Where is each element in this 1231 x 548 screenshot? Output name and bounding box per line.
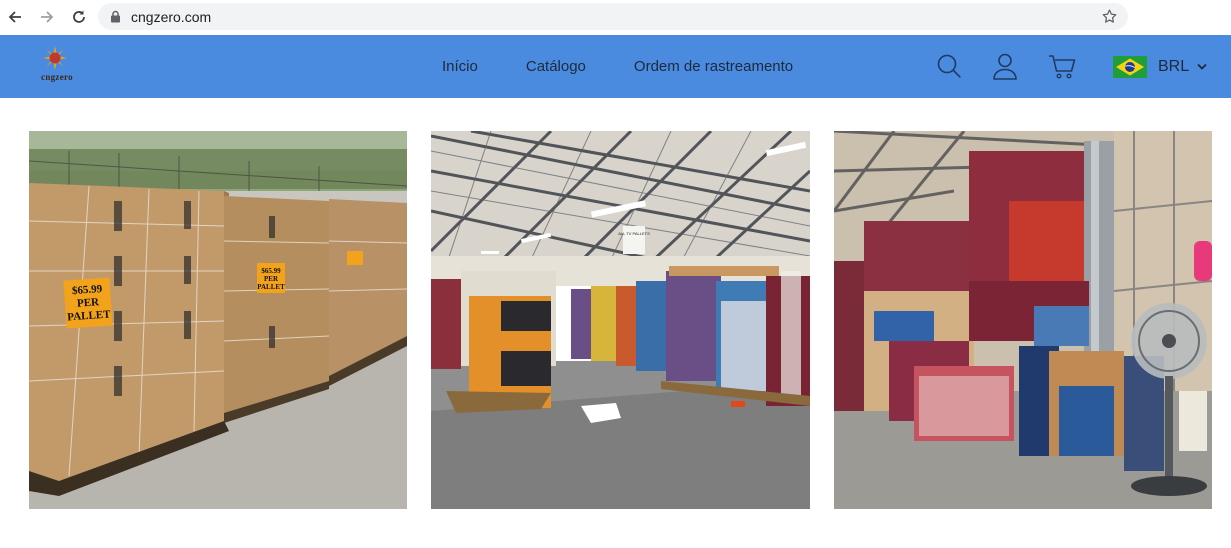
lock-icon: [110, 10, 121, 23]
sign-pallet-2: PALLET: [257, 283, 285, 291]
aisle-sign: ALL TV PALLETS: [618, 231, 650, 236]
search-icon[interactable]: [935, 52, 963, 80]
sun-logo-icon: [43, 46, 67, 70]
chevron-down-icon: [1197, 63, 1207, 70]
site-header: cngzero Início Catálogo Ordem de rastrea…: [0, 35, 1231, 98]
forward-arrow-icon[interactable]: [36, 6, 58, 28]
sign-per: PER: [77, 296, 101, 310]
sign-price: $65.99: [72, 283, 104, 297]
pallets-outdoor-image[interactable]: $65.99 PER PALLET $65.99 PER PALLET: [29, 131, 407, 509]
currency-label: BRL: [1158, 58, 1190, 75]
nav-link-ordem-rastreamento[interactable]: Ordem de rastreamento: [634, 58, 793, 75]
url-text: cngzero.com: [131, 8, 212, 25]
nav-link-inicio[interactable]: Início: [442, 58, 478, 75]
nav-link-catalogo[interactable]: Catálogo: [526, 58, 586, 75]
browser-toolbar: cngzero.com: [0, 0, 1231, 34]
sign-per-2: PER: [264, 275, 279, 283]
site-logo[interactable]: cngzero: [33, 44, 79, 88]
brazil-flag-icon: [1113, 56, 1147, 78]
warehouse-stacks-image[interactable]: [834, 131, 1212, 509]
main-nav: Início Catálogo Ordem de rastreamento: [442, 35, 841, 98]
address-bar[interactable]: cngzero.com: [98, 3, 1128, 30]
logo-text: cngzero: [41, 72, 73, 82]
bookmark-star-icon[interactable]: [1101, 8, 1118, 25]
currency-selector[interactable]: BRL: [1113, 55, 1207, 79]
back-arrow-icon[interactable]: [4, 6, 26, 28]
account-icon[interactable]: [991, 52, 1019, 80]
cart-icon[interactable]: [1048, 52, 1076, 80]
reload-icon[interactable]: [68, 6, 90, 28]
warehouse-aisle-image[interactable]: ALL TV PALLETS: [431, 131, 810, 509]
sign-price-2: $65.99: [261, 267, 281, 275]
